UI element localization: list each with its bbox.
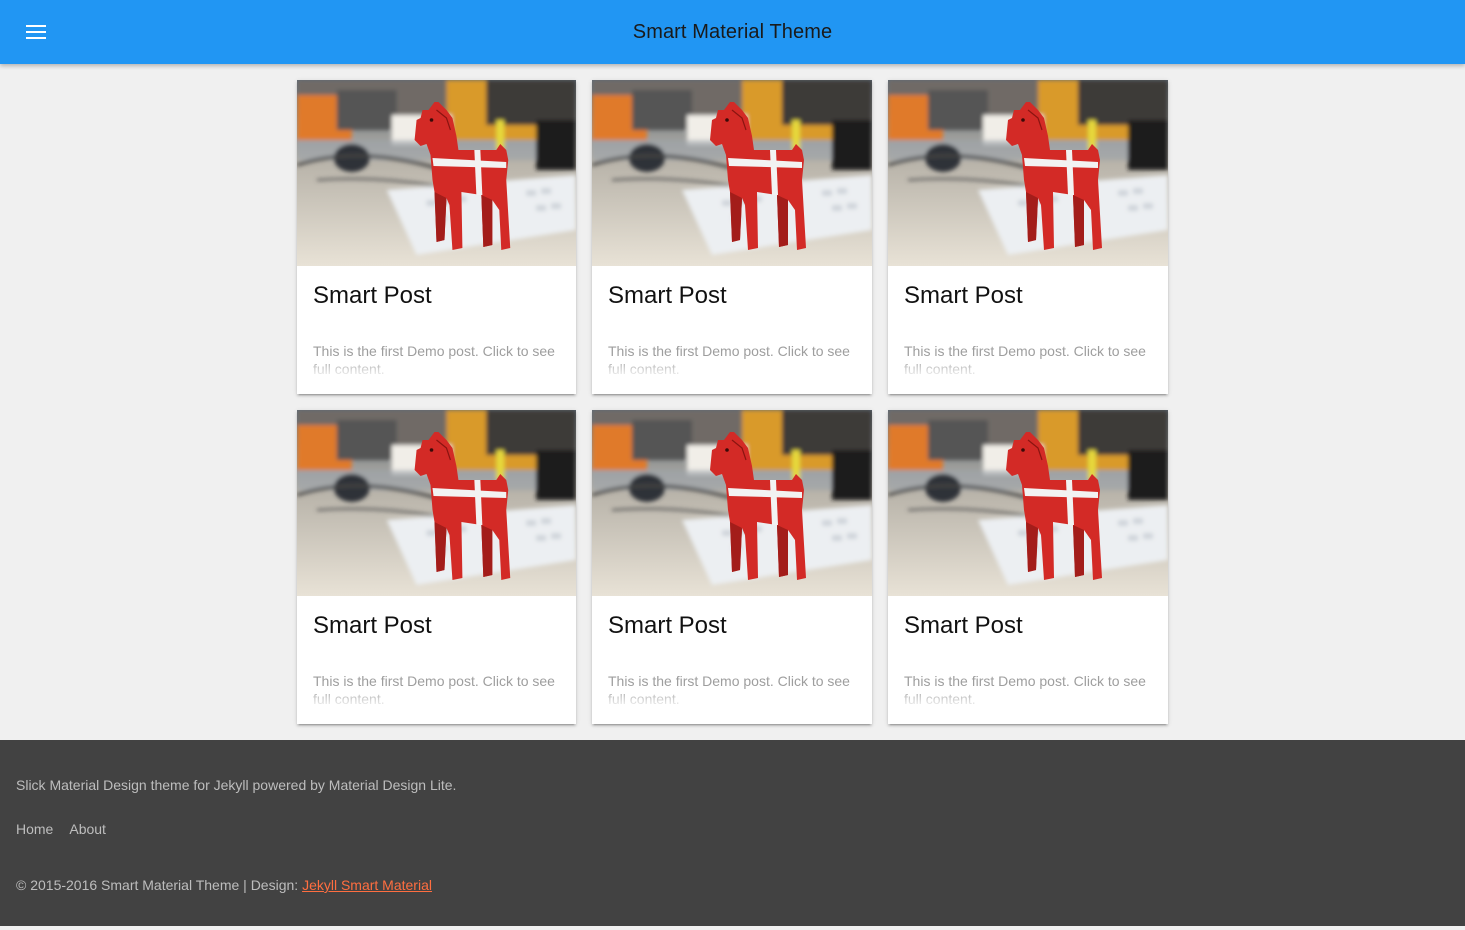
site-footer: Slick Material Design theme for Jekyll p… — [0, 740, 1465, 926]
post-excerpt: This is the first Demo post. Click to se… — [904, 343, 1146, 377]
design-credit-link[interactable]: Jekyll Smart Material — [302, 877, 432, 893]
post-title[interactable]: Smart Post — [313, 282, 432, 310]
post-image — [297, 410, 576, 596]
post-grid: Smart Post This is the first Demo post. … — [297, 80, 1168, 724]
post-image — [592, 410, 872, 596]
post-excerpt: This is the first Demo post. Click to se… — [608, 673, 850, 707]
post-excerpt: This is the first Demo post. Click to se… — [313, 343, 555, 377]
post-excerpt: This is the first Demo post. Click to se… — [313, 673, 555, 707]
post-title[interactable]: Smart Post — [313, 612, 432, 640]
post-excerpt: This is the first Demo post. Click to se… — [608, 343, 850, 377]
post-title[interactable]: Smart Post — [904, 282, 1023, 310]
post-title[interactable]: Smart Post — [608, 612, 727, 640]
post-card[interactable]: Smart Post This is the first Demo post. … — [297, 80, 576, 394]
footer-description: Slick Material Design theme for Jekyll p… — [16, 777, 457, 793]
top-app-bar: Smart Material Theme — [0, 0, 1465, 64]
copyright-text: © 2015-2016 Smart Material Theme | Desig… — [16, 877, 303, 893]
post-card[interactable]: Smart Post This is the first Demo post. … — [888, 80, 1168, 394]
page-title: Smart Material Theme — [632, 21, 833, 43]
post-card[interactable]: Smart Post This is the first Demo post. … — [297, 410, 576, 724]
footer-nav: Home About — [16, 821, 106, 837]
post-image — [592, 80, 872, 266]
post-card[interactable]: Smart Post This is the first Demo post. … — [592, 80, 872, 394]
post-image — [297, 80, 576, 266]
footer-copyright: © 2015-2016 Smart Material Theme | Desig… — [16, 877, 432, 893]
footer-link-home[interactable]: Home — [16, 821, 53, 837]
footer-link-about[interactable]: About — [69, 821, 106, 837]
post-excerpt: This is the first Demo post. Click to se… — [904, 673, 1146, 707]
post-title[interactable]: Smart Post — [608, 282, 727, 310]
post-title[interactable]: Smart Post — [904, 612, 1023, 640]
post-image — [888, 80, 1168, 266]
post-card[interactable]: Smart Post This is the first Demo post. … — [888, 410, 1168, 724]
post-card[interactable]: Smart Post This is the first Demo post. … — [592, 410, 872, 724]
post-image — [888, 410, 1168, 596]
